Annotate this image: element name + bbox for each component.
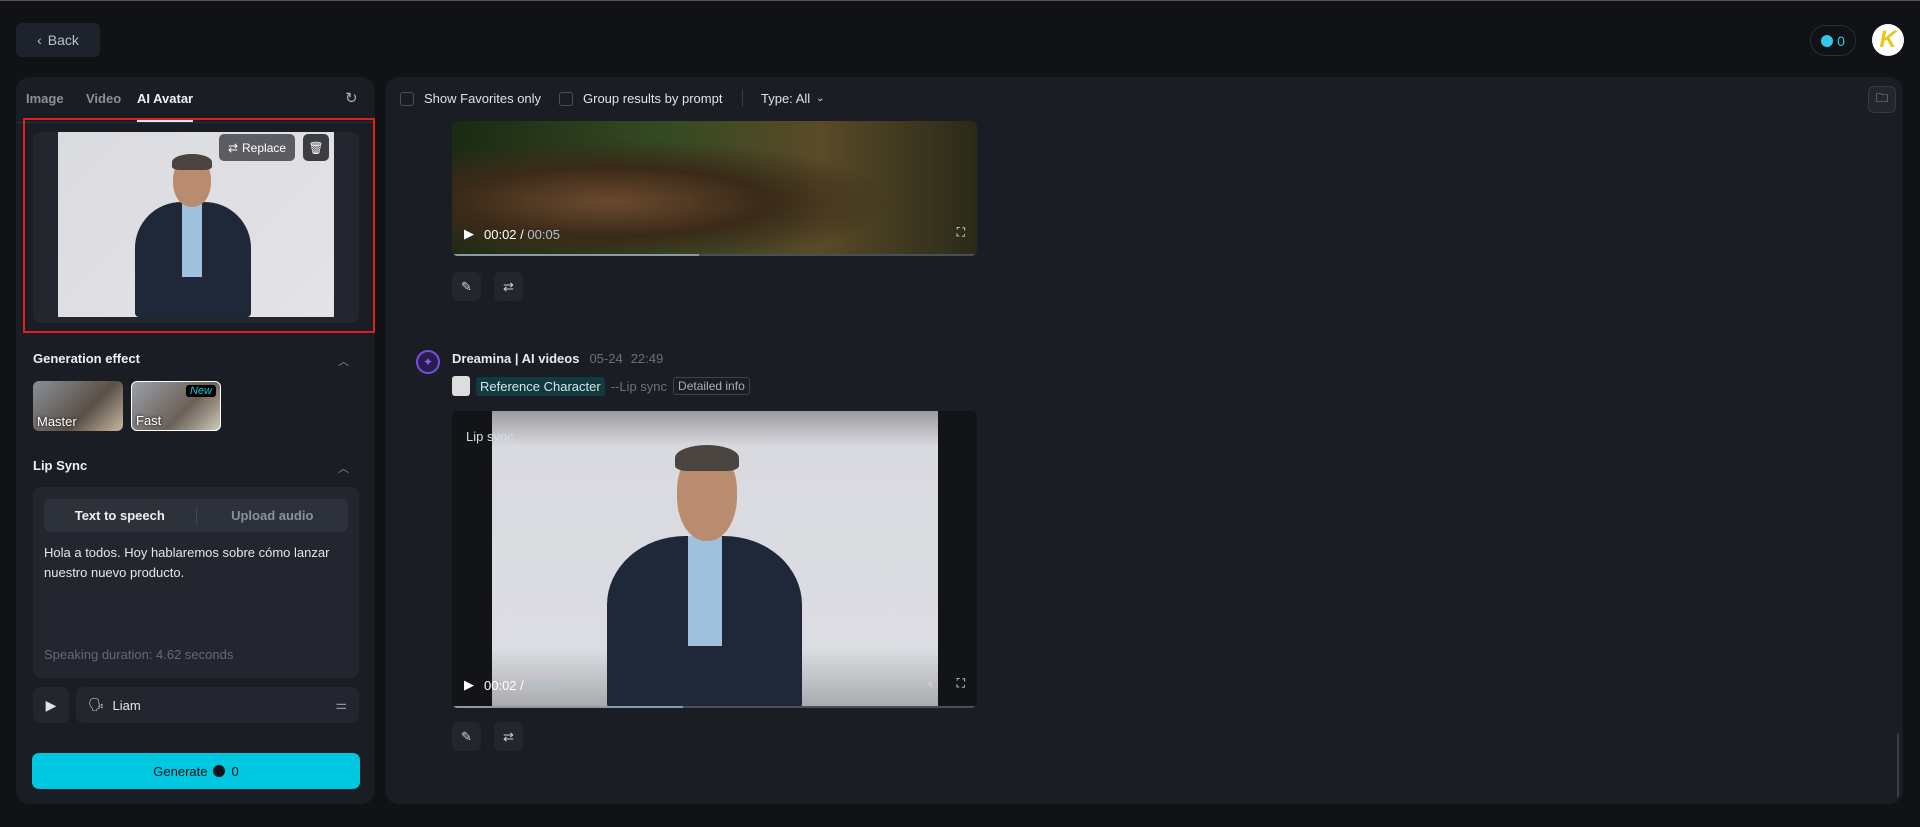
current-time: 00:02 (484, 677, 517, 693)
detailed-info-button[interactable]: Detailed info (673, 377, 750, 395)
tab-video[interactable]: Video (86, 91, 121, 106)
divider (742, 89, 743, 107)
date: 05-24 (589, 351, 623, 366)
folder-button[interactable]: 🗀 (1868, 86, 1896, 113)
mode-label: --Lip sync (610, 378, 668, 394)
trash-icon: 🗑 (308, 140, 324, 155)
current-time: 00:02 (484, 226, 517, 242)
result-header: Dreamina | AI videos 05-24 22:49 (452, 351, 663, 366)
preview-play-button[interactable]: ▶ (33, 687, 69, 723)
chevron-up-icon[interactable]: ︿ (338, 353, 349, 369)
chevron-down-icon: ⌄ (816, 93, 825, 104)
video-controls: ▶ 00:02 / 00:05 (464, 226, 560, 242)
new-badge: New (185, 385, 216, 397)
reference-tag[interactable]: Reference Character (476, 376, 605, 396)
user-avatar[interactable]: K (1872, 24, 1904, 56)
video-player[interactable]: ▶ 00:02 / 00:05 ⛶ (452, 121, 977, 256)
pencil-icon: ✎ (461, 278, 472, 294)
mute-icon[interactable]: 🔇︎ (927, 677, 935, 692)
tab-image[interactable]: Image (26, 91, 64, 106)
generate-button[interactable]: Generate 0 (32, 753, 360, 789)
show-favorites-checkbox[interactable]: Show Favorites only (400, 91, 541, 106)
reset-icon[interactable]: ↻ (345, 89, 358, 107)
chevron-up-icon[interactable]: ︿ (338, 460, 349, 476)
effect-master[interactable]: Master (33, 381, 123, 431)
voice-select[interactable]: 🗣 Liam ⚌ (76, 687, 359, 723)
mode-upload-audio[interactable]: Upload audio (197, 508, 349, 523)
settings-sliders-icon[interactable]: ⚌ (335, 697, 347, 713)
play-icon[interactable]: ▶ (464, 677, 474, 693)
regenerate-button[interactable]: ⇄ (494, 722, 523, 751)
person-hair (172, 154, 212, 170)
checkbox (559, 91, 573, 106)
video-progress[interactable] (452, 706, 977, 708)
lip-sync-title: Lip Sync (33, 458, 88, 473)
dreamina-logo-icon: ✦ (416, 350, 440, 374)
edit-button[interactable]: ✎ (452, 722, 481, 751)
progress-fill (452, 706, 683, 708)
speaking-duration: Speaking duration: 4.62 seconds (44, 647, 234, 662)
speech-text-input[interactable]: Hola a todos. Hoy hablaremos sobre cómo … (44, 543, 344, 583)
mode-text-to-speech[interactable]: Text to speech (44, 508, 196, 523)
pencil-icon: ✎ (461, 728, 472, 744)
left-panel: Image Video AI Avatar ↻ ⇄ Replace 🗑 Gener… (16, 77, 375, 804)
credits-badge[interactable]: 0 (1810, 25, 1856, 56)
person-shirt (688, 536, 722, 646)
chevron-left-icon: ‹ (37, 32, 42, 48)
audio-mode-toggle: Text to speech Upload audio (44, 499, 348, 532)
back-button[interactable]: ‹ Back (16, 23, 100, 57)
repeat-icon: ⇄ (503, 278, 514, 294)
fullscreen-icon[interactable]: ⛶ (957, 225, 965, 240)
results-panel: Show Favorites only Group results by pro… (385, 77, 1903, 804)
effect-fast[interactable]: New Fast (131, 381, 221, 431)
edit-button[interactable]: ✎ (452, 272, 481, 301)
regenerate-button[interactable]: ⇄ (494, 272, 523, 301)
fullscreen-icon[interactable]: ⛶ (957, 676, 965, 691)
total-time: 00:05 (527, 226, 560, 242)
person-hair (675, 445, 739, 471)
lip-sync-box: Text to speech Upload audio Hola a todos… (33, 487, 359, 678)
video-label: Lip sync (466, 429, 514, 444)
folder-icon: 🗀 (1875, 91, 1888, 105)
replace-button[interactable]: ⇄ Replace (219, 134, 295, 161)
reference-thumbnail (452, 376, 470, 396)
group-by-prompt-checkbox[interactable]: Group results by prompt (559, 91, 722, 106)
prompt-tags: Reference Character --Lip sync Detailed … (452, 376, 750, 396)
swap-icon: ⇄ (227, 140, 239, 155)
play-icon[interactable]: ▶ (464, 226, 474, 242)
checkbox (400, 91, 414, 106)
video-controls: ▶ 00:02 / 00:05 (464, 677, 560, 693)
progress-fill (452, 254, 699, 256)
video-player[interactable]: Lip sync ▶ 00:02 / 00:05 🔇︎ ⛶ (452, 411, 977, 708)
tab-ai-avatar[interactable]: AI Avatar (137, 91, 193, 106)
time: 22:49 (630, 351, 664, 366)
play-icon: ▶ (45, 696, 57, 713)
author: Dreamina | AI videos (452, 351, 580, 366)
person-shirt (182, 202, 202, 277)
total-time: 00:05 (527, 677, 560, 693)
scrollbar[interactable] (1897, 733, 1899, 797)
avatar-image-card[interactable]: ⇄ Replace 🗑 (33, 132, 359, 323)
credit-icon (1821, 34, 1834, 47)
generation-effect-title: Generation effect (33, 351, 140, 366)
delete-button[interactable]: 🗑 (303, 134, 329, 161)
credit-icon (213, 765, 226, 777)
type-filter-dropdown[interactable]: Type: All ⌄ (761, 91, 825, 106)
voice-icon: 🗣 (88, 697, 105, 712)
avatar-video-frame (492, 411, 938, 708)
video-progress[interactable] (452, 254, 977, 256)
repeat-icon: ⇄ (503, 728, 514, 744)
